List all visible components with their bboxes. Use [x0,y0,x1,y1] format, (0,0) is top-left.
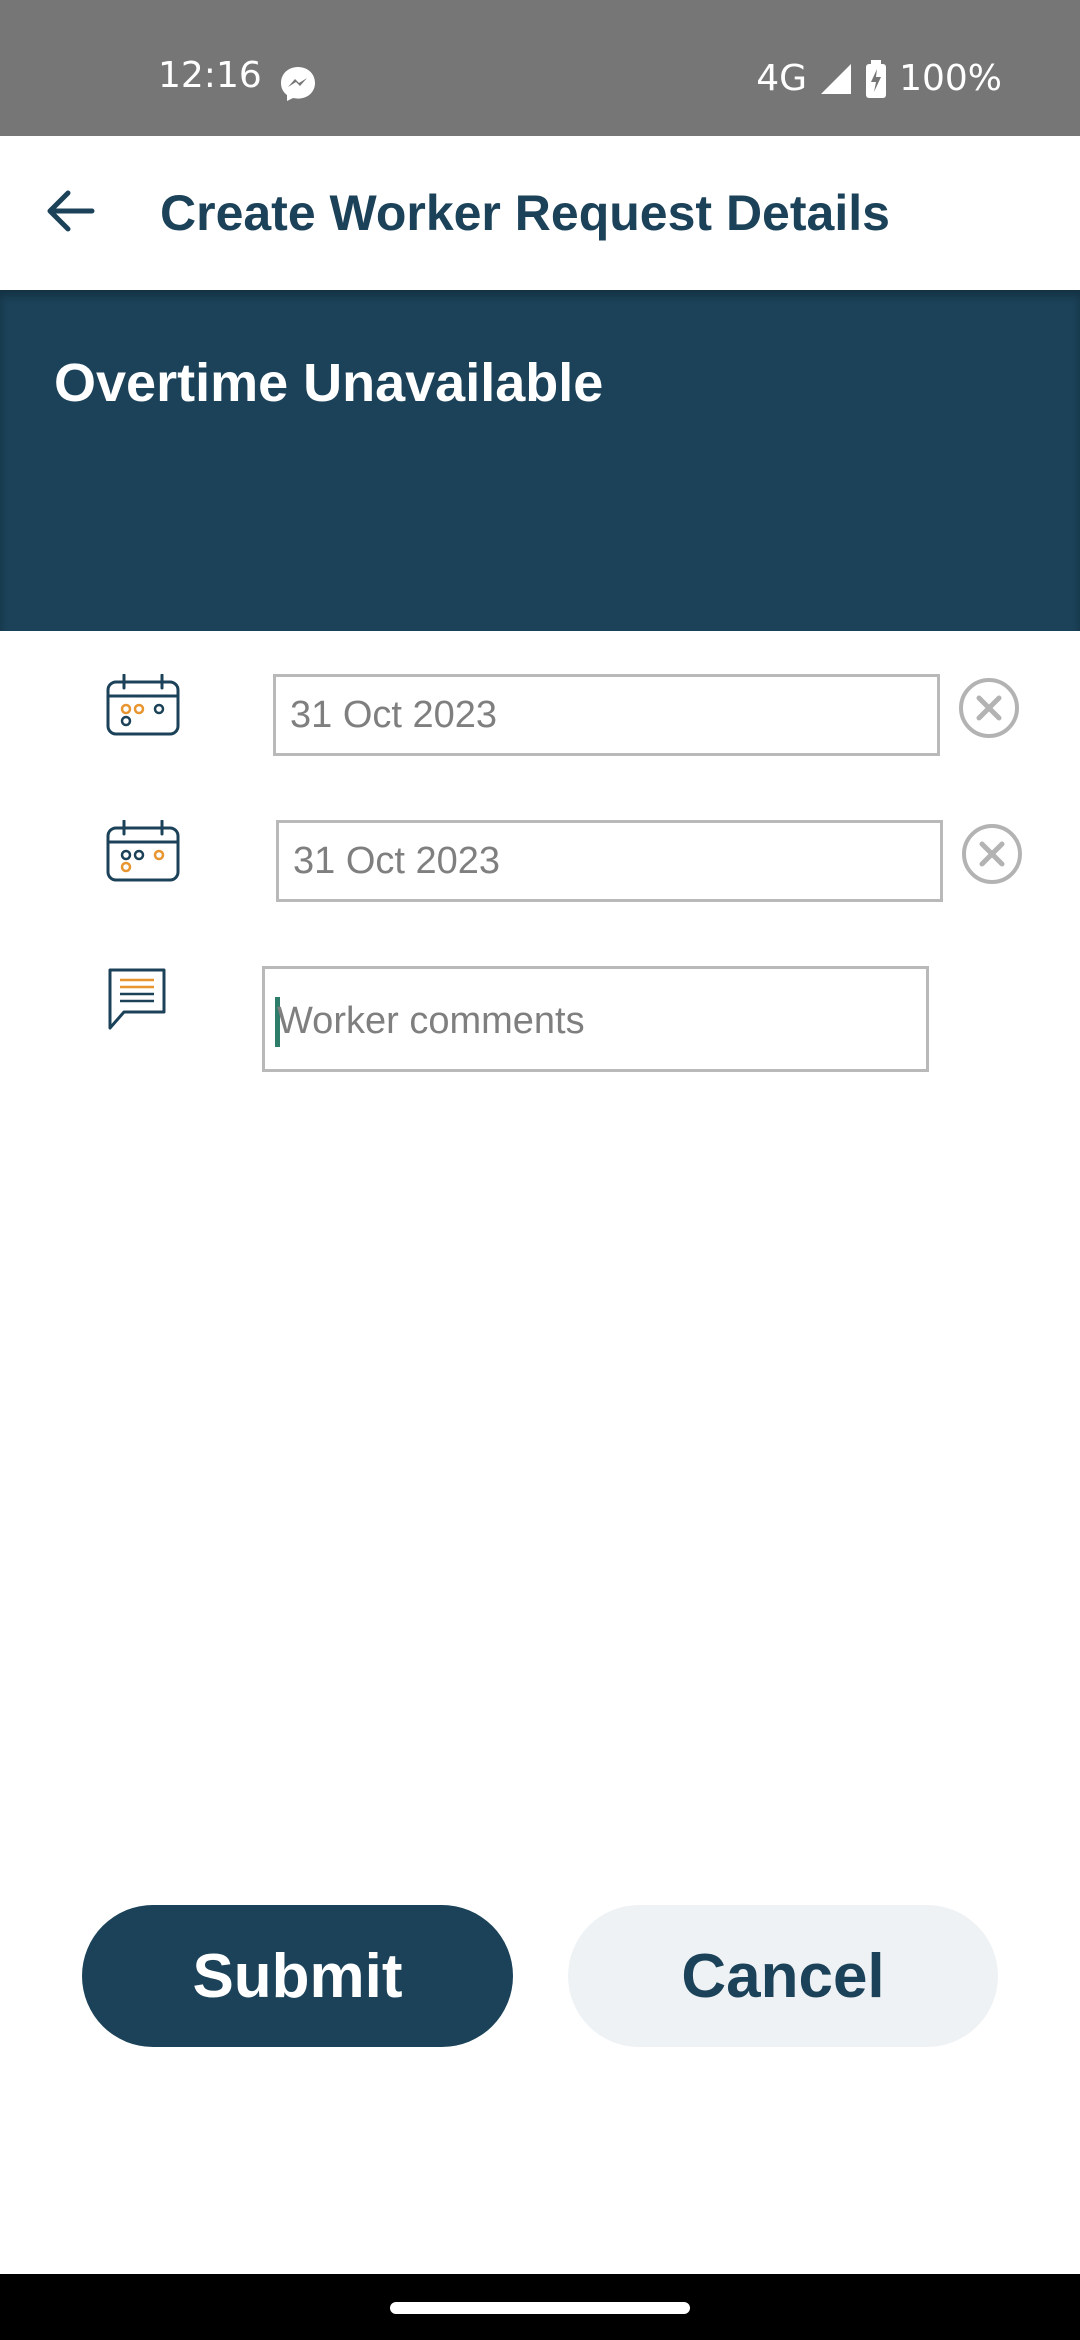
end-date-value: 31 Oct 2023 [293,839,501,882]
worker-comments-input[interactable]: Worker comments [262,966,929,1072]
clear-circle-icon[interactable] [957,676,1021,740]
start-date-value: 31 Oct 2023 [290,693,498,736]
start-date-field[interactable]: 31 Oct 2023 [273,674,940,756]
submit-button[interactable]: Submit [82,1905,513,2047]
status-bar: 12:16 4G 100% [0,0,1080,136]
request-type-title: Overtime Unavailable [54,353,604,413]
end-date-field[interactable]: 31 Oct 2023 [276,820,943,902]
clear-circle-icon[interactable] [960,822,1024,886]
calendar-icon [106,819,180,887]
cancel-button[interactable]: Cancel [568,1905,998,2047]
battery-level: 100% [899,58,1002,99]
signal-icon [819,62,853,96]
status-time: 12:16 [158,55,262,96]
page-title: Create Worker Request Details [160,185,890,241]
comment-icon [106,966,168,1037]
battery-charging-icon [865,60,887,98]
calendar-icon [106,673,180,741]
app-bar: Create Worker Request Details [0,136,1080,290]
network-type: 4G [756,58,808,99]
status-right-group: 4G 100% [756,58,1002,100]
back-button[interactable] [32,174,110,252]
system-navigation-bar [0,2274,1080,2340]
messenger-icon [278,64,318,104]
arrow-left-icon [46,189,96,238]
worker-comments-placeholder: Worker comments [277,1000,585,1042]
request-type-banner: Overtime Unavailable [0,290,1080,631]
home-gesture-handle[interactable] [390,2302,690,2314]
